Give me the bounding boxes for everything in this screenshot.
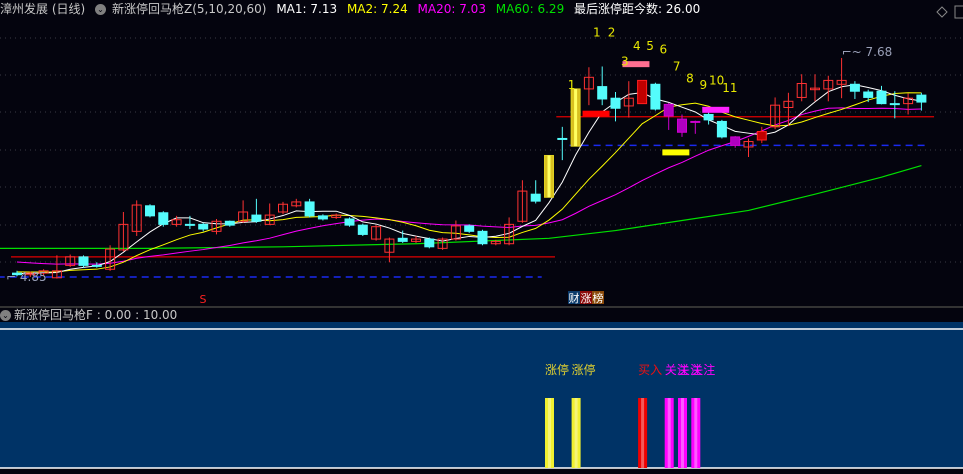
signal-bar-shine	[681, 398, 684, 468]
candle-down	[889, 103, 900, 106]
indicator-name[interactable]: 新涨停回马枪Z(5,10,20,60)	[112, 2, 266, 16]
limit-up-highlight	[547, 155, 551, 198]
signal-bar-shine	[667, 398, 671, 468]
step-label: 11	[722, 81, 737, 95]
signal-marker-bar	[702, 106, 730, 113]
candle-down	[477, 230, 488, 245]
ma20-line	[16, 107, 922, 265]
ma1-value: MA1: 7.13	[276, 2, 338, 16]
candle-down	[158, 212, 169, 225]
step-label: 9	[699, 78, 707, 92]
limit-up-highlight	[574, 88, 578, 147]
step-label: 6	[660, 42, 668, 56]
candle-mag	[663, 103, 674, 117]
candle-down	[251, 214, 262, 222]
candle-down	[304, 201, 315, 217]
signal-marker-bar	[662, 149, 690, 156]
collapse-icon[interactable]: ⌄	[95, 4, 107, 15]
candle-down	[464, 225, 475, 232]
last-limit-days: 最后涨停距今数: 26.00	[574, 2, 701, 16]
signal-bar-shine	[574, 398, 578, 468]
candle-down	[78, 256, 89, 266]
candle-down	[224, 220, 235, 226]
ma2-value: MA2: 7.24	[346, 2, 408, 16]
signal-bar-shine	[548, 398, 551, 468]
badge-char: 榜	[593, 291, 604, 305]
signal-bar-shine	[641, 398, 645, 468]
candle-down	[876, 90, 887, 105]
diamond-icon[interactable]	[936, 6, 948, 18]
stock-title: 漳州发展 (日线)	[0, 2, 86, 16]
candle-down	[91, 264, 102, 267]
window-controls	[933, 4, 963, 19]
step-label: 7	[673, 59, 681, 73]
candle-solid	[637, 79, 648, 105]
step-label: 8	[686, 72, 694, 86]
signal-marker-bar	[582, 110, 610, 117]
watch-label: 关注	[691, 362, 715, 377]
ma60-value: MA60: 6.29	[495, 2, 565, 16]
step-label: 2	[608, 25, 616, 39]
candle-down	[184, 223, 195, 226]
candle-down	[703, 113, 714, 121]
candle-down	[145, 205, 155, 217]
chart-header: 漳州发展 (日线) ⌄ 新涨停回马枪Z(5,10,20,60) MA1: 7.13…	[0, 0, 706, 18]
step-label: 1	[568, 78, 576, 92]
candle-down	[849, 83, 860, 92]
signal-bar-shine	[694, 398, 698, 468]
buy-label: 买入	[638, 363, 662, 377]
candle-down	[357, 224, 368, 235]
candle-down	[650, 83, 661, 110]
s-mark: S	[200, 293, 207, 306]
step-label: 4	[633, 39, 641, 53]
ma1-line	[17, 84, 922, 274]
candle-down	[317, 215, 328, 220]
sub-indicator-title[interactable]: 新涨停回马枪F : 0.00 : 10.00	[14, 308, 177, 322]
low-price-label: ⌐ 4.85	[6, 270, 47, 284]
candle-mag	[690, 120, 701, 123]
candle-mag	[677, 118, 687, 133]
candle-solid	[756, 130, 767, 141]
ma20-value: MA20: 7.03	[417, 2, 486, 16]
step-label: 5	[646, 39, 654, 53]
step-label: 3	[621, 55, 629, 69]
limit-label: 涨停	[545, 362, 569, 377]
candle-down	[597, 86, 608, 100]
limit-label: 涨停	[572, 362, 596, 377]
step-label: 1	[593, 25, 601, 39]
price-chart[interactable]: 11 234 5 678 9 1011⌐ 4.85⌐~ 7.68S 财涨榜	[0, 18, 963, 308]
candle-down	[530, 193, 541, 202]
candle-mag	[730, 136, 741, 146]
candle-down	[610, 97, 621, 109]
candle-down	[863, 91, 874, 98]
sub-indicator-header: ⌄ 新涨停回马枪F : 0.00 : 10.00	[0, 308, 177, 322]
candle-down	[397, 237, 408, 242]
candle-down	[424, 238, 435, 248]
candle-down	[198, 223, 209, 230]
ma2-line	[16, 92, 922, 273]
candle-down	[557, 137, 568, 140]
candle-down	[344, 218, 355, 226]
badge-char: 涨	[581, 292, 592, 305]
high-price-label: ⌐~ 7.68	[842, 45, 893, 59]
collapse-icon[interactable]: ⌄	[0, 310, 11, 321]
signal-chart[interactable]: 涨停 涨停 买入 关注关注关注	[0, 322, 963, 474]
badge-char: 财	[569, 291, 580, 305]
restore-icon[interactable]	[954, 5, 963, 19]
candle-down	[716, 120, 727, 138]
candle-down	[916, 94, 927, 103]
